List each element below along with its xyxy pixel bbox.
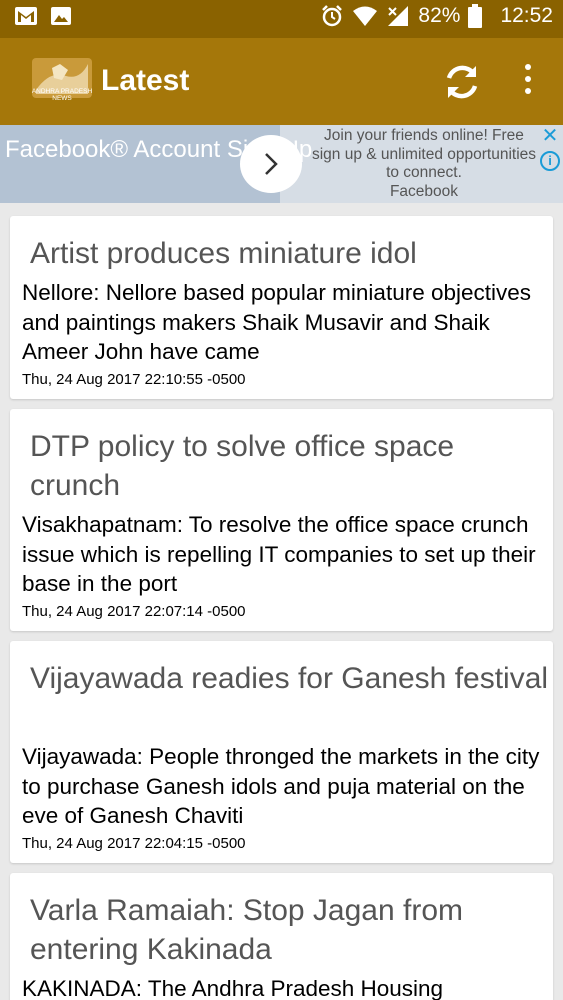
battery-percentage: 82% [418, 4, 461, 27]
article-title: Vijayawada readies for Ganesh festival [30, 662, 549, 695]
article-date: Thu, 24 Aug 2017 22:04:15 -0500 [22, 835, 246, 852]
signal-icon [388, 6, 409, 26]
ad-body-text: Join your friends online! Free sign up &… [311, 127, 537, 181]
article-date: Thu, 24 Aug 2017 22:07:14 -0500 [22, 603, 246, 620]
ad-body: Join your friends online! Free sign up &… [308, 127, 540, 201]
article-card[interactable]: Varla Ramaiah: Stop Jagan from entering … [10, 873, 553, 1000]
overflow-menu-icon[interactable] [518, 64, 538, 100]
refresh-icon[interactable] [440, 60, 484, 104]
article-card[interactable]: Vijayawada readies for Ganesh festival V… [10, 641, 553, 863]
article-card[interactable]: Artist produces miniature idol Nellore: … [10, 216, 553, 399]
chevron-right-icon [265, 153, 278, 175]
app-toolbar: ANDHRA PRADESH NEWS Latest [0, 38, 563, 125]
status-bar: 82% 12:52 [0, 0, 563, 38]
page-title: Latest [101, 64, 190, 97]
gallery-icon [51, 7, 71, 25]
logo-caption: ANDHRA PRADESH NEWS [31, 88, 93, 102]
article-summary: KAKINADA: The Andhra Pradesh Housing [22, 976, 444, 1000]
article-date: Thu, 24 Aug 2017 22:10:55 -0500 [22, 371, 246, 388]
gmail-icon [15, 7, 37, 25]
clock-time: 12:52 [500, 4, 553, 27]
battery-icon [468, 4, 483, 28]
alarm-icon [322, 5, 343, 27]
info-icon[interactable]: i [540, 151, 560, 171]
article-title: Varla Ramaiah: Stop Jagan from entering … [30, 894, 463, 966]
article-title: Artist produces miniature idol [30, 237, 417, 270]
article-summary: Nellore: Nellore based popular miniature… [22, 280, 532, 364]
article-title: DTP policy to solve office space crunch [30, 430, 455, 502]
close-icon[interactable]: ✕ [541, 126, 559, 146]
ad-advertiser: Facebook [389, 182, 459, 200]
ad-open-button[interactable] [240, 135, 302, 193]
article-summary: Vijayawada: People thronged the markets … [22, 744, 540, 828]
ad-banner[interactable]: Facebook® Account Sign Up Join your frie… [0, 125, 563, 203]
article-summary: Visakhapatnam: To resolve the office spa… [22, 512, 536, 596]
article-card[interactable]: DTP policy to solve office space crunch … [10, 409, 553, 631]
wifi-icon [353, 6, 378, 26]
